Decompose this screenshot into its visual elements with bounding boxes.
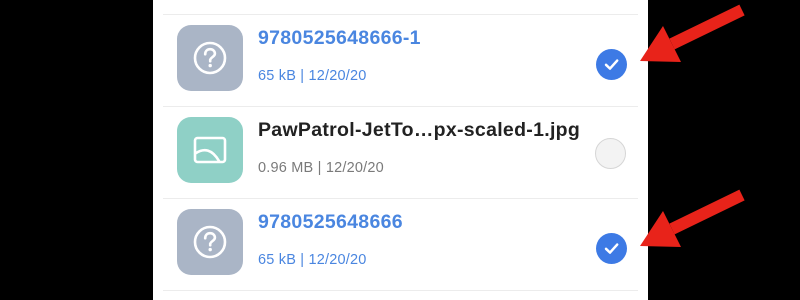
file-list-item[interactable]: 9780525648666-1 65 kB | 12/20/20 [153,15,648,107]
arrow-icon [640,4,745,62]
file-size-date: 0.96 MB | 12/20/20 [258,160,384,176]
file-size-date: 65 kB | 12/20/20 [258,252,367,268]
screenshot-stage: 9780525648666-1 65 kB | 12/20/20 PawPatr… [0,0,800,300]
file-name: PawPatrol-JetTo…px-scaled-1.jpg [258,119,581,141]
selection-checkbox-checked[interactable] [596,49,627,80]
file-name: 9780525648666-1 [258,27,421,49]
selection-checkbox-unchecked[interactable] [595,138,626,169]
image-file-icon [177,117,243,183]
arrow-icon [640,189,745,247]
file-list-item[interactable]: 9780525648666 65 kB | 12/20/20 [153,199,648,291]
file-list-item[interactable]: PawPatrol-JetTo…px-scaled-1.jpg 0.96 MB … [153,107,648,199]
unknown-file-icon [177,209,243,275]
list-divider [163,290,638,291]
file-size-date: 65 kB | 12/20/20 [258,68,367,84]
file-list-panel: 9780525648666-1 65 kB | 12/20/20 PawPatr… [153,0,648,300]
selection-checkbox-checked[interactable] [596,233,627,264]
unknown-file-icon [177,25,243,91]
checkmark-icon [604,59,619,70]
checkmark-icon [604,243,619,254]
file-name: 9780525648666 [258,211,403,233]
